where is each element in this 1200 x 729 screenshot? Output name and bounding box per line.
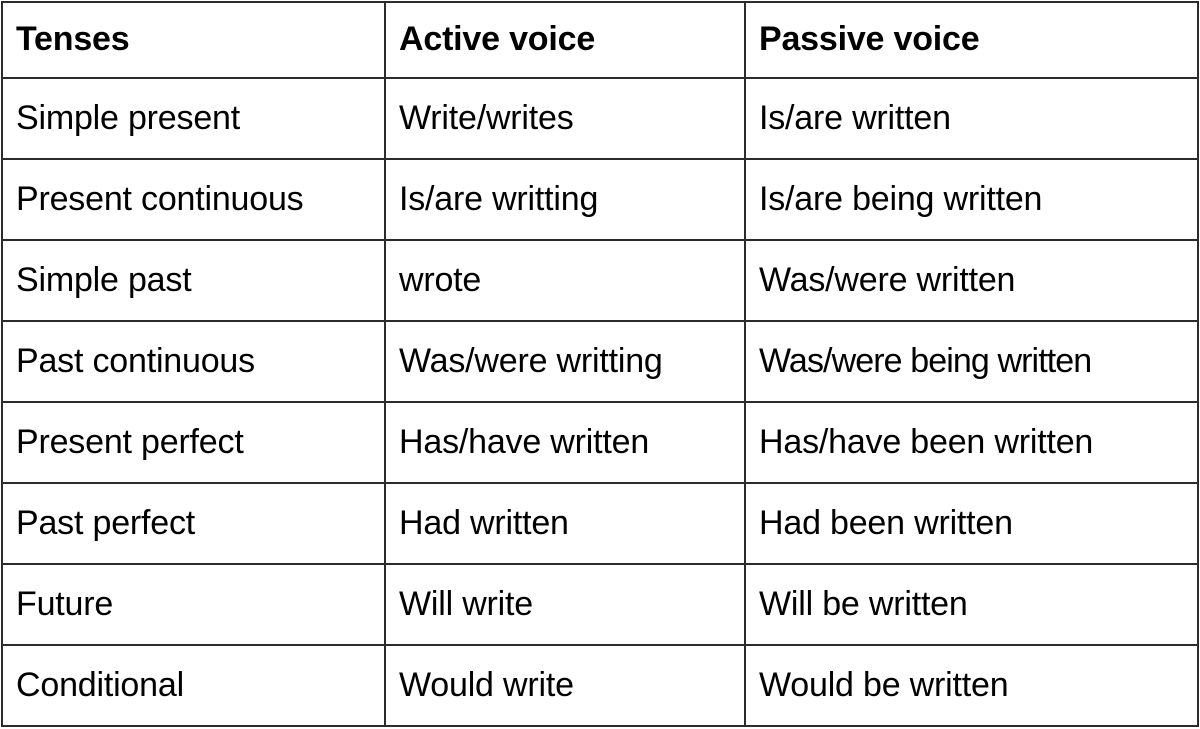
tenses-voice-table: Tenses Active voice Passive voice Simple…: [1, 1, 1199, 727]
cell-tense: Future: [1, 563, 386, 646]
cell-active-voice: Has/have written: [384, 401, 746, 484]
cell-active-voice: wrote: [384, 239, 746, 322]
table-row: Present continuous Is/are writting Is/ar…: [1, 158, 1199, 241]
table-row: Past continuous Was/were writting Was/we…: [1, 320, 1199, 403]
cell-tense: Past continuous: [1, 320, 386, 403]
column-header-passive-voice: Passive voice: [744, 1, 1199, 79]
cell-passive-voice: Is/are being written: [744, 158, 1199, 241]
cell-passive-voice: Is/are written: [744, 77, 1199, 160]
table-body: Simple present Write/writes Is/are writt…: [1, 77, 1199, 727]
table-row: Present perfect Has/have written Has/hav…: [1, 401, 1199, 484]
table-row: Future Will write Will be written: [1, 563, 1199, 646]
cell-active-voice: Write/writes: [384, 77, 746, 160]
cell-tense: Past perfect: [1, 482, 386, 565]
cell-active-voice: Will write: [384, 563, 746, 646]
cell-passive-voice: Will be written: [744, 563, 1199, 646]
cell-tense: Present continuous: [1, 158, 386, 241]
table-row: Simple present Write/writes Is/are writt…: [1, 77, 1199, 160]
cell-active-voice: Was/were writting: [384, 320, 746, 403]
cell-active-voice: Had written: [384, 482, 746, 565]
column-header-active-voice: Active voice: [384, 1, 746, 79]
cell-passive-voice: Has/have been written: [744, 401, 1199, 484]
cell-passive-voice: Was/were written: [744, 239, 1199, 322]
cell-tense: Simple past: [1, 239, 386, 322]
cell-active-voice: Is/are writting: [384, 158, 746, 241]
cell-tense: Simple present: [1, 77, 386, 160]
cell-tense: Present perfect: [1, 401, 386, 484]
table-header-row: Tenses Active voice Passive voice: [1, 1, 1199, 79]
table-row: Simple past wrote Was/were written: [1, 239, 1199, 322]
table-row: Conditional Would write Would be written: [1, 644, 1199, 727]
cell-active-voice: Would write: [384, 644, 746, 727]
table-header: Tenses Active voice Passive voice: [1, 1, 1199, 79]
cell-tense: Conditional: [1, 644, 386, 727]
table-row: Past perfect Had written Had been writte…: [1, 482, 1199, 565]
cell-passive-voice: Was/were being written: [744, 320, 1199, 403]
column-header-tenses: Tenses: [1, 1, 386, 79]
table-canvas: Tenses Active voice Passive voice Simple…: [0, 0, 1200, 729]
cell-passive-voice: Would be written: [744, 644, 1199, 727]
cell-passive-voice: Had been written: [744, 482, 1199, 565]
